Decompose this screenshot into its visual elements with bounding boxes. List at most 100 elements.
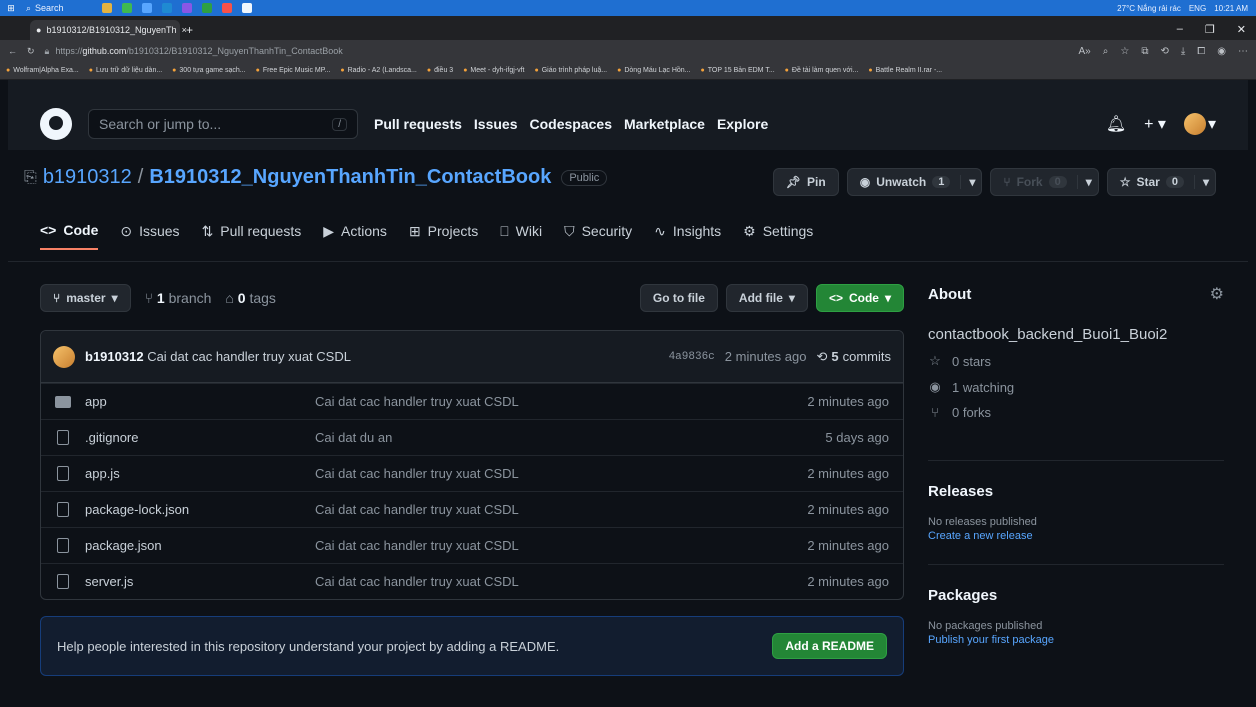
nav-pull-requests[interactable]: Pull requests [374, 116, 462, 132]
nav-codespaces[interactable]: Codespaces [530, 116, 612, 132]
bookmark-item[interactable]: Đề tài làm quen với... [785, 67, 858, 74]
browser-tab[interactable]: ● b1910312/B1910312_NguyenTh × [30, 20, 187, 40]
bell-icon[interactable]: 🔔︎ [1106, 114, 1126, 134]
file-name[interactable]: package.json [85, 538, 162, 553]
extensions-icon[interactable]: ⧠ [1197, 46, 1205, 57]
branch-count-link[interactable]: ⑂ 1 branch [145, 290, 212, 306]
collections-icon[interactable]: ⧉ [1141, 46, 1148, 57]
favorite-icon[interactable]: ☆ [1120, 46, 1129, 57]
file-commit-message[interactable]: Cai dat cac handler truy xuat CSDL [315, 574, 807, 589]
file-commit-message[interactable]: Cai dat cac handler truy xuat CSDL [315, 502, 807, 517]
table-row[interactable]: server.js Cai dat cac handler truy xuat … [41, 563, 903, 599]
bookmark-item[interactable]: Battle Realm II.rar -... [868, 67, 943, 74]
reload-icon[interactable]: ↻ [27, 46, 35, 57]
app-icon[interactable] [202, 3, 212, 13]
go-to-file-button[interactable]: Go to file [639, 284, 718, 312]
table-row[interactable]: app.js Cai dat cac handler truy xuat CSD… [41, 455, 903, 491]
file-name[interactable]: package-lock.json [85, 502, 189, 517]
table-row[interactable]: .gitignore Cai dat du an 5 days ago [41, 419, 903, 455]
publish-package-link[interactable]: Publish your first package [928, 634, 1224, 646]
restore-icon[interactable]: ❐ [1205, 23, 1215, 36]
profile-icon[interactable]: ◉ [1217, 46, 1226, 57]
fork-button[interactable]: ⑂ Fork 0 ▾ [990, 168, 1099, 196]
app-icon[interactable] [122, 3, 132, 13]
create-new-menu[interactable]: + ▾ [1144, 114, 1166, 134]
table-row[interactable]: package.json Cai dat cac handler truy xu… [41, 527, 903, 563]
app-icon[interactable] [182, 3, 192, 13]
forks-link[interactable]: ⑂ 0 forks [928, 405, 1224, 420]
file-name[interactable]: server.js [85, 574, 133, 589]
app-icon[interactable] [162, 3, 172, 13]
code-button[interactable]: <> Code ▾ [815, 284, 904, 312]
file-commit-message[interactable]: Cai dat cac handler truy xuat CSDL [315, 394, 807, 409]
bookmark-item[interactable]: Radio - A2 (Landsca... [340, 67, 417, 74]
app-icon[interactable] [222, 3, 232, 13]
watchers-link[interactable]: ◉ 1 watching [928, 379, 1224, 395]
bookmark-item[interactable]: Dòng Máu Lạc Hồn... [617, 67, 690, 74]
downloads-icon[interactable]: ⤓ [1181, 46, 1185, 57]
bookmark-item[interactable]: Lưu trữ dữ liệu dàn... [89, 67, 162, 74]
windows-start-icon[interactable]: ⊞ [0, 0, 22, 16]
stars-link[interactable]: ☆ 0 stars [928, 353, 1224, 369]
tab-security[interactable]: ⛉ Security [564, 222, 632, 250]
file-commit-message[interactable]: Cai dat du an [315, 430, 825, 445]
search-input[interactable]: Search or jump to... / [88, 109, 358, 139]
read-aloud-icon[interactable]: A» [1079, 46, 1091, 57]
tab-pull-requests[interactable]: ⇅ Pull requests [202, 222, 302, 250]
add-file-button[interactable]: Add file ▾ [725, 284, 808, 312]
repo-owner-link[interactable]: b1910312 [43, 166, 132, 189]
unwatch-button[interactable]: ◉ Unwatch 1 ▾ [846, 168, 983, 196]
nav-marketplace[interactable]: Marketplace [624, 116, 705, 132]
url-field[interactable]: 🔒︎ https://github.com/b1910312/B1910312_… [45, 46, 1069, 57]
zoom-icon[interactable]: ⌕ [1103, 46, 1109, 57]
history-icon[interactable]: ⟲ [1160, 46, 1168, 57]
releases-heading[interactable]: Releases [928, 483, 1224, 500]
chevron-down-icon[interactable]: ▾ [960, 175, 975, 189]
commit-author[interactable]: b1910312 [85, 349, 144, 364]
file-name[interactable]: app [85, 394, 107, 409]
tab-code[interactable]: <> Code [40, 222, 99, 250]
nav-issues[interactable]: Issues [474, 116, 518, 132]
tag-count-link[interactable]: ⌂ 0 tags [225, 290, 276, 306]
bookmark-item[interactable]: TOP 15 Bản EDM T... [701, 67, 775, 74]
new-tab-button[interactable]: + [186, 23, 193, 40]
app-icon[interactable] [142, 3, 152, 13]
tab-wiki[interactable]: ⎕ Wiki [500, 222, 542, 250]
file-commit-message[interactable]: Cai dat cac handler truy xuat CSDL [315, 538, 807, 553]
tab-insights[interactable]: ∿ Insights [654, 222, 721, 250]
nav-explore[interactable]: Explore [717, 116, 768, 132]
app-icon[interactable] [102, 3, 112, 13]
app-icon[interactable] [242, 3, 252, 13]
star-button[interactable]: ☆ Star 0 ▾ [1106, 168, 1216, 196]
create-release-link[interactable]: Create a new release [928, 530, 1224, 542]
file-name[interactable]: .gitignore [85, 430, 138, 445]
commit-sha[interactable]: 4a9836c [669, 351, 715, 363]
avatar[interactable] [53, 345, 75, 368]
repo-name-link[interactable]: B1910312_NguyenThanhTin_ContactBook [149, 166, 551, 189]
bookmark-item[interactable]: điều 3 [427, 67, 453, 74]
add-readme-button[interactable]: Add a README [772, 633, 887, 659]
tab-actions[interactable]: ▶ Actions [323, 222, 387, 250]
file-commit-message[interactable]: Cai dat cac handler truy xuat CSDL [315, 466, 807, 481]
bookmark-item[interactable]: Giáo trình pháp luậ... [535, 67, 607, 74]
tab-issues[interactable]: ⊙ Issues [120, 222, 179, 250]
language-indicator[interactable]: ENG [1189, 4, 1206, 13]
tab-projects[interactable]: ⊞ Projects [409, 222, 478, 250]
packages-heading[interactable]: Packages [928, 587, 1224, 604]
table-row[interactable]: app Cai dat cac handler truy xuat CSDL 2… [41, 383, 903, 419]
clock[interactable]: 10:21 AM [1214, 4, 1248, 13]
bookmark-item[interactable]: Wolfram|Alpha Exa... [6, 67, 79, 74]
table-row[interactable]: package-lock.json Cai dat cac handler tr… [41, 491, 903, 527]
taskbar-search[interactable]: ⌕ Search [22, 3, 82, 14]
pin-button[interactable]: 📌︎ Pin [772, 168, 839, 196]
chevron-down-icon[interactable]: ▾ [1076, 175, 1092, 189]
weather-text[interactable]: 27°C Nắng rải rác [1117, 4, 1181, 13]
minimize-icon[interactable]: – [1177, 23, 1183, 36]
bookmark-item[interactable]: 300 tựa game sạch... [172, 67, 245, 74]
github-logo-icon[interactable] [40, 108, 72, 140]
back-icon[interactable]: ← [8, 46, 17, 56]
file-name[interactable]: app.js [85, 466, 120, 481]
user-menu[interactable]: ▾ [1183, 113, 1216, 135]
chevron-down-icon[interactable]: ▾ [1193, 175, 1209, 189]
bookmark-item[interactable]: Meet - dyh-ifgj-vft [463, 67, 524, 74]
